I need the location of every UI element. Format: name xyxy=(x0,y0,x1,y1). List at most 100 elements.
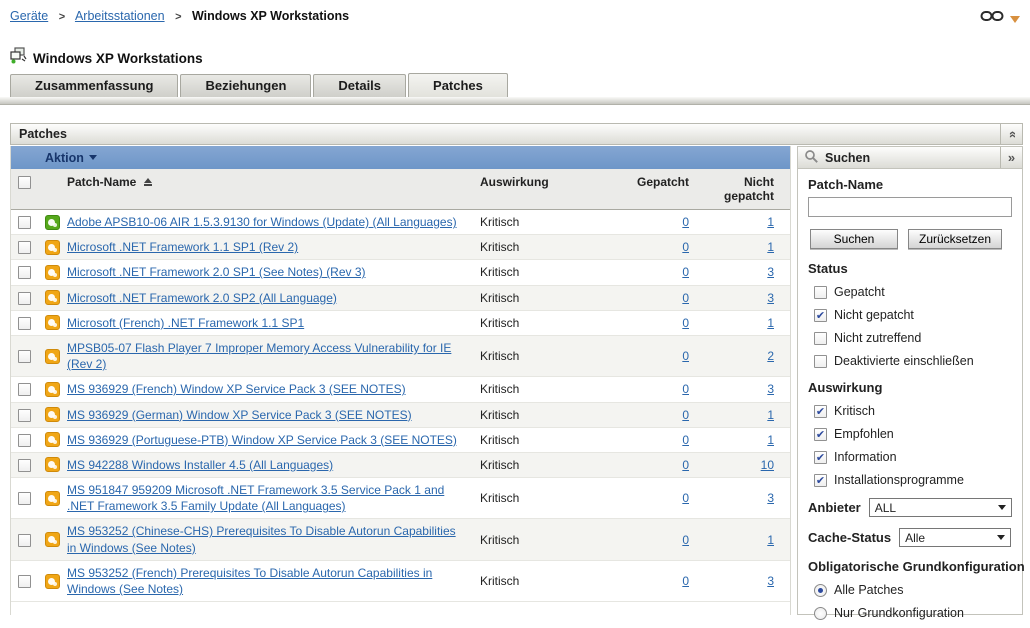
impact-value: Kritisch xyxy=(480,290,520,305)
patched-count-link[interactable]: 0 xyxy=(682,382,689,396)
not-patched-count-link[interactable]: 1 xyxy=(767,408,774,422)
checkbox-deaktivierte-einschlie-en[interactable]: Deaktivierte einschließen xyxy=(814,354,1012,368)
row-checkbox[interactable] xyxy=(17,266,31,280)
checkbox-gepatcht[interactable]: Gepatcht xyxy=(814,285,1012,299)
tab-zusammenfassung[interactable]: Zusammenfassung xyxy=(10,74,179,97)
checkbox[interactable] xyxy=(814,450,827,464)
not-patched-count-link[interactable]: 3 xyxy=(767,491,774,505)
column-header-impact[interactable]: Auswirkung xyxy=(462,175,612,189)
not-patched-count-link[interactable]: 3 xyxy=(767,574,774,588)
checkbox-nicht-gepatcht[interactable]: Nicht gepatcht xyxy=(814,308,1012,322)
action-menu-button[interactable]: Aktion xyxy=(45,151,97,165)
search-button[interactable]: Suchen xyxy=(810,229,898,249)
expand-search-panel-button[interactable]: » xyxy=(1000,147,1022,168)
not-patched-count-link[interactable]: 3 xyxy=(767,382,774,396)
select-all-checkbox[interactable] xyxy=(17,176,31,189)
row-checkbox[interactable] xyxy=(17,316,31,330)
patched-count-link[interactable]: 0 xyxy=(682,433,689,447)
checkbox[interactable] xyxy=(814,331,827,345)
patched-count-link[interactable]: 0 xyxy=(682,316,689,330)
row-checkbox[interactable] xyxy=(17,350,31,364)
radio-nur-grundkonfiguration[interactable]: Nur Grundkonfiguration xyxy=(814,606,1012,620)
checkbox-kritisch[interactable]: Kritisch xyxy=(814,404,1012,418)
not-patched-count-link[interactable]: 1 xyxy=(767,533,774,547)
row-checkbox[interactable] xyxy=(17,458,31,472)
cache-status-select[interactable]: Alle xyxy=(899,528,1012,547)
not-patched-count-link[interactable]: 1 xyxy=(767,316,774,330)
patched-count-link[interactable]: 0 xyxy=(682,491,689,505)
patch-name-link[interactable]: MS 936929 (French) Window XP Service Pac… xyxy=(67,382,406,396)
reset-button[interactable]: Zurücksetzen xyxy=(908,229,1003,249)
not-patched-count-link[interactable]: 10 xyxy=(761,458,774,472)
patched-count-link[interactable]: 0 xyxy=(682,533,689,547)
row-checkbox[interactable] xyxy=(17,408,31,422)
checkbox-information[interactable]: Information xyxy=(814,450,1012,464)
patch-name-link[interactable]: MS 942288 Windows Installer 4.5 (All Lan… xyxy=(67,458,333,472)
radio-button[interactable] xyxy=(814,606,827,620)
row-checkbox[interactable] xyxy=(17,492,31,506)
patch-name-link[interactable]: MPSB05-07 Flash Player 7 Improper Memory… xyxy=(67,341,451,371)
impact-value: Kritisch xyxy=(480,491,520,506)
checkbox[interactable] xyxy=(814,404,827,418)
patch-name-link[interactable]: MS 936929 (Portuguese-PTB) Window XP Ser… xyxy=(67,433,457,447)
patched-count-link[interactable]: 0 xyxy=(682,291,689,305)
not-patched-count-link[interactable]: 1 xyxy=(767,240,774,254)
column-header-patch-name[interactable]: Patch-Name xyxy=(67,175,136,189)
collapse-panel-button[interactable]: » xyxy=(1000,124,1022,144)
row-checkbox[interactable] xyxy=(17,383,31,397)
column-header-not-patched[interactable]: Nicht gepatcht xyxy=(707,175,792,203)
patched-count-link[interactable]: 0 xyxy=(682,458,689,472)
tab-details[interactable]: Details xyxy=(313,74,407,97)
checkbox[interactable] xyxy=(814,285,827,299)
table-row: Microsoft .NET Framework 2.0 SP1 (See No… xyxy=(11,260,790,286)
table-row: Microsoft (French) .NET Framework 1.1 SP… xyxy=(11,311,790,336)
patch-name-link[interactable]: Adobe APSB10-06 AIR 1.5.3.9130 for Windo… xyxy=(67,215,457,229)
table-row: MS 936929 (French) Window XP Service Pac… xyxy=(11,377,790,403)
patched-count-link[interactable]: 0 xyxy=(682,349,689,363)
row-checkbox[interactable] xyxy=(17,291,31,305)
patch-name-link[interactable]: Microsoft .NET Framework 2.0 SP2 (All La… xyxy=(67,291,337,305)
patch-name-link[interactable]: MS 953252 (French) Prerequisites To Disa… xyxy=(67,566,432,596)
patch-name-link[interactable]: MS 951847 959209 Microsoft .NET Framewor… xyxy=(67,483,444,513)
checkbox[interactable] xyxy=(814,427,827,441)
link-chain-icon[interactable] xyxy=(980,9,1004,27)
patched-count-link[interactable]: 0 xyxy=(682,408,689,422)
row-checkbox[interactable] xyxy=(17,533,31,547)
patch-name-link[interactable]: MS 953252 (Chinese-CHS) Prerequisites To… xyxy=(67,524,456,554)
not-patched-count-link[interactable]: 1 xyxy=(767,433,774,447)
row-checkbox[interactable] xyxy=(17,216,31,230)
patch-name-link[interactable]: Microsoft (French) .NET Framework 1.1 SP… xyxy=(67,316,304,330)
patch-name-link[interactable]: Microsoft .NET Framework 2.0 SP1 (See No… xyxy=(67,265,366,279)
not-patched-count-link[interactable]: 3 xyxy=(767,265,774,279)
dropdown-arrow-icon[interactable] xyxy=(1010,15,1020,23)
column-header-patched[interactable]: Gepatcht xyxy=(612,175,707,189)
row-checkbox[interactable] xyxy=(17,433,31,447)
checkbox[interactable] xyxy=(814,473,827,487)
checkbox[interactable] xyxy=(814,354,827,368)
radio-alle-patches[interactable]: Alle Patches xyxy=(814,583,1012,597)
patch-name-link[interactable]: MS 936929 (German) Window XP Service Pac… xyxy=(67,408,412,422)
tab-beziehungen[interactable]: Beziehungen xyxy=(180,74,312,97)
row-checkbox[interactable] xyxy=(17,241,31,255)
patch-name-link[interactable]: Microsoft .NET Framework 1.1 SP1 (Rev 2) xyxy=(67,240,298,254)
patch-name-input[interactable] xyxy=(808,197,1012,217)
vendor-select[interactable]: ALL xyxy=(868,498,1012,517)
tab-patches[interactable]: Patches xyxy=(408,73,508,97)
radio-button[interactable] xyxy=(814,583,827,597)
checkbox[interactable] xyxy=(814,308,827,322)
row-checkbox[interactable] xyxy=(17,575,31,588)
sort-ascending-icon[interactable] xyxy=(144,178,153,186)
not-patched-count-link[interactable]: 1 xyxy=(767,215,774,229)
patched-count-link[interactable]: 0 xyxy=(682,215,689,229)
not-patched-count-link[interactable]: 3 xyxy=(767,291,774,305)
patched-count-link[interactable]: 0 xyxy=(682,265,689,279)
not-patched-count-link[interactable]: 2 xyxy=(767,349,774,363)
patched-count-link[interactable]: 0 xyxy=(682,240,689,254)
checkbox-empfohlen[interactable]: Empfohlen xyxy=(814,427,1012,441)
patched-count-link[interactable]: 0 xyxy=(682,574,689,588)
breadcrumb-link-geraete[interactable]: Geräte xyxy=(10,9,48,23)
checkbox-nicht-zutreffend[interactable]: Nicht zutreffend xyxy=(814,331,1012,345)
checkbox-installationsprogramme[interactable]: Installationsprogramme xyxy=(814,473,1012,487)
search-panel-header: Suchen » xyxy=(798,147,1022,169)
breadcrumb-link-arbeitsstationen[interactable]: Arbeitsstationen xyxy=(75,9,165,23)
